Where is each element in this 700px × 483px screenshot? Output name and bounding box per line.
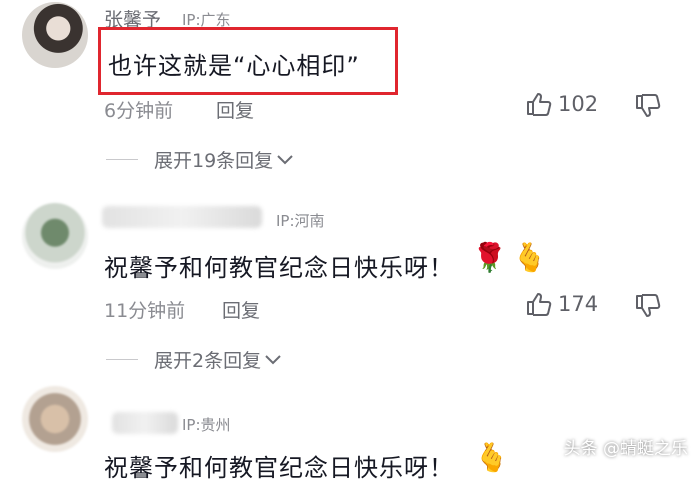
like-button[interactable]: 174 [526, 292, 598, 316]
like-button[interactable]: 102 [526, 92, 598, 116]
avatar[interactable] [22, 2, 88, 68]
dislike-button[interactable] [635, 294, 661, 322]
comment-text: 祝馨予和何教官纪念日快乐呀！ [104, 254, 454, 282]
divider-line [106, 359, 138, 360]
chevron-down-icon [265, 354, 281, 364]
thumbs-down-icon [636, 94, 661, 117]
avatar[interactable] [22, 386, 88, 452]
expand-replies-label: 展开19条回复 [154, 150, 274, 172]
comment-time: 6分钟前 [104, 100, 174, 122]
comment-ip-location: IP:河南 [276, 212, 325, 230]
comment-text: 也许这就是“心心相印” [108, 52, 360, 80]
reply-button[interactable]: 回复 [216, 96, 254, 123]
avatar[interactable] [22, 203, 88, 269]
expand-replies-label: 展开2条回复 [154, 350, 262, 372]
thumbs-down-icon [636, 294, 661, 317]
finger-heart-emoji: 🫰 [474, 441, 509, 474]
rose-emoji: 🌹 [472, 241, 507, 274]
dislike-button[interactable] [635, 94, 661, 122]
comment-ip-location: IP:贵州 [182, 416, 231, 434]
chevron-down-icon [277, 154, 293, 164]
reply-button[interactable]: 回复 [222, 296, 260, 323]
comment-username-blurred [102, 206, 262, 228]
like-count: 174 [558, 292, 599, 316]
expand-replies-button[interactable]: 展开19条回复 [106, 146, 293, 173]
comment-text: 祝馨予和何教官纪念日快乐呀！ [104, 454, 454, 482]
expand-replies-button[interactable]: 展开2条回复 [106, 346, 281, 373]
comment-username-blurred [112, 412, 178, 434]
thumbs-up-icon [527, 293, 552, 316]
finger-heart-emoji: 🫰 [512, 241, 547, 274]
divider-line [106, 159, 138, 160]
comment-time: 11分钟前 [104, 300, 186, 322]
thumbs-up-icon [527, 93, 552, 116]
like-count: 102 [558, 92, 599, 116]
watermark: 头条 @蜻蜓之乐 [563, 439, 688, 459]
